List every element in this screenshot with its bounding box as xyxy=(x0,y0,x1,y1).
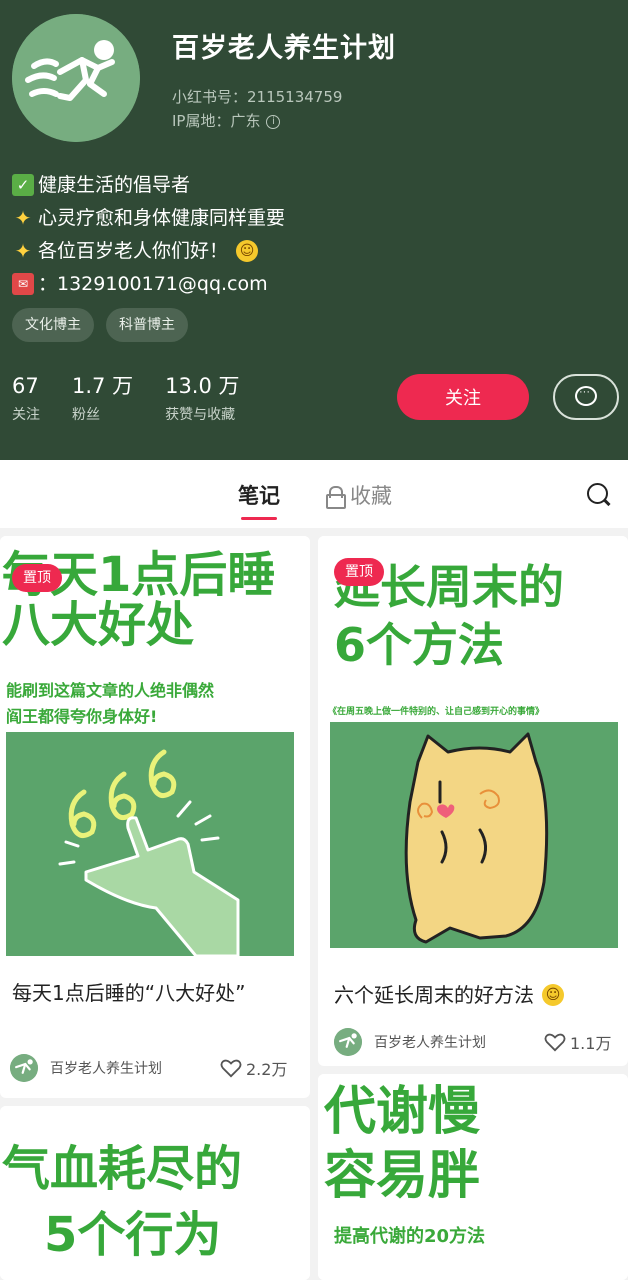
bio: ✓ 健康生活的倡导者 ✦ 心灵疗愈和身体健康同样重要 ✦ 各位百岁老人你们好！ … xyxy=(12,168,285,300)
notes-feed: 每天1点后睡 八大好处 能刷到这篇文章的人绝非偶然 阎王都得夸你身体好! 置顶 xyxy=(0,528,628,1280)
author-avatar xyxy=(10,1054,38,1082)
cover-title-line: 代谢慢 xyxy=(324,1082,481,1142)
cat-cartoon-icon xyxy=(404,732,549,944)
content-tabs: 笔记 收藏 xyxy=(0,460,628,528)
avatar[interactable] xyxy=(12,14,140,142)
note-cover: 每天1点后睡 八大好处 能刷到这篇文章的人绝非偶然 阎王都得夸你身体好! 置顶 xyxy=(0,536,310,956)
follow-button[interactable]: 关注 xyxy=(397,374,529,420)
note-cover: 气血耗尽的 5个行为 xyxy=(0,1106,310,1280)
author-name: 百岁老人养生计划 xyxy=(374,1035,486,1051)
pinned-badge: 置顶 xyxy=(12,564,62,592)
cover-subtitle: 能刷到这篇文章的人绝非偶然 xyxy=(6,681,215,700)
author-row[interactable]: 百岁老人养生计划 xyxy=(10,1054,162,1082)
stat-value: 1.7 万 xyxy=(72,374,134,398)
profile-page: 百岁老人养生计划 小红书号：2115134759 IP属地：广东 i ✓ 健康生活… xyxy=(0,0,628,1280)
hand-666-icon xyxy=(58,749,240,956)
bio-email: ：1329100171@qq.com xyxy=(38,272,268,295)
cover-title-line: 容易胖 xyxy=(324,1146,481,1206)
cover-title-line: 6个方法 xyxy=(334,618,505,672)
runner-logo-icon xyxy=(334,1028,362,1056)
note-cover: 延长周末的 6个方法 《在周五晚上做一件特别的、让自己感到开心的事情》 置顶 xyxy=(318,536,628,956)
bio-line: ✓ 健康生活的倡导者 xyxy=(12,168,285,201)
stats: 67 关注 1.7 万 粉丝 13.0 万 获赞与收藏 xyxy=(12,372,272,424)
cover-title-line: 气血耗尽的 xyxy=(2,1141,243,1197)
check-icon: ✓ xyxy=(12,173,34,196)
note-card[interactable]: 延长周末的 6个方法 《在周五晚上做一件特别的、让自己感到开心的事情》 置顶 六… xyxy=(318,536,628,1066)
cover-subtitle: 阎王都得夸你身体好! xyxy=(6,707,158,726)
profile-header: 百岁老人养生计划 小红书号：2115134759 IP属地：广东 i ✓ 健康生活… xyxy=(0,0,628,460)
cover-illustration xyxy=(6,732,294,956)
bio-text: 健康生活的倡导者 xyxy=(38,173,191,196)
author-name: 百岁老人养生计划 xyxy=(50,1061,162,1077)
heart-icon xyxy=(220,1059,242,1078)
tag-science-blogger[interactable]: 科普博主 xyxy=(106,308,188,342)
heart-icon xyxy=(544,1033,566,1052)
cover-title-line: 5个行为 xyxy=(44,1207,222,1263)
message-button[interactable] xyxy=(553,374,619,420)
bio-text: 心灵疗愈和身体健康同样重要 xyxy=(38,206,286,229)
note-title-row: 六个延长周末的好方法 ☺ xyxy=(334,978,624,1012)
stat-following[interactable]: 67 关注 xyxy=(12,372,40,424)
stat-followers[interactable]: 1.7 万 粉丝 xyxy=(72,372,133,424)
like-counter[interactable]: 1.1万 xyxy=(544,1030,611,1054)
mailbox-icon: ✉ xyxy=(12,272,34,295)
stat-value: 13.0 万 xyxy=(165,374,240,398)
stat-value: 67 xyxy=(12,374,39,398)
grin-icon: ☺ xyxy=(542,984,564,1006)
sparkle-icon: ✦ xyxy=(14,238,32,263)
author-row[interactable]: 百岁老人养生计划 xyxy=(334,1028,486,1056)
stat-label: 粉丝 xyxy=(72,407,100,423)
tab-notes[interactable]: 笔记 xyxy=(238,480,280,520)
like-count: 1.1万 xyxy=(570,1034,612,1053)
tag-list: 文化博主 科普博主 xyxy=(12,308,188,342)
cover-title-line: 八大好处 xyxy=(2,597,195,654)
tab-collections-label: 收藏 xyxy=(350,484,392,508)
stat-likes-collections[interactable]: 13.0 万 获赞与收藏 xyxy=(165,372,239,424)
bio-line: ✦ 心灵疗愈和身体健康同样重要 xyxy=(12,201,285,234)
tag-culture-blogger[interactable]: 文化博主 xyxy=(12,308,94,342)
profile-name: 百岁老人养生计划 xyxy=(172,33,396,64)
tab-collections[interactable]: 收藏 xyxy=(326,480,392,510)
note-card[interactable]: 每天1点后睡 八大好处 能刷到这篇文章的人绝非偶然 阎王都得夸你身体好! 置顶 xyxy=(0,536,310,1098)
note-title: 每天1点后睡的“八大好处” xyxy=(12,981,246,1005)
cover-illustration xyxy=(330,722,618,948)
smile-icon: ☺ xyxy=(236,239,259,262)
pinned-badge: 置顶 xyxy=(334,558,384,586)
stat-label: 获赞与收藏 xyxy=(165,407,236,423)
bio-line: ✉ ：1329100171@qq.com xyxy=(12,267,285,300)
cover-subtitle: 提高代谢的20方法 xyxy=(334,1226,486,1247)
note-card[interactable]: 气血耗尽的 5个行为 xyxy=(0,1106,310,1280)
account-id: 小红书号：2115134759 xyxy=(172,88,343,106)
like-count: 2.2万 xyxy=(246,1060,288,1079)
runner-logo-icon xyxy=(12,14,140,142)
ip-location: IP属地：广东 i xyxy=(172,110,281,131)
sparkle-icon: ✦ xyxy=(14,205,32,230)
note-cover: 代谢慢 容易胖 提高代谢的20方法 xyxy=(318,1074,628,1280)
cover-subtitle: 《在周五晚上做一件特别的、让自己感到开心的事情》 xyxy=(328,707,545,717)
author-avatar xyxy=(334,1028,362,1056)
ip-location-text: IP属地：广东 xyxy=(172,112,261,130)
search-icon[interactable] xyxy=(587,483,611,507)
bio-text: 各位百岁老人你们好！ xyxy=(38,239,229,262)
note-card[interactable]: 代谢慢 容易胖 提高代谢的20方法 xyxy=(318,1074,628,1280)
runner-logo-icon xyxy=(10,1054,38,1082)
bio-line: ✦ 各位百岁老人你们好！ ☺ xyxy=(12,234,285,267)
like-counter[interactable]: 2.2万 xyxy=(220,1056,287,1080)
stat-label: 关注 xyxy=(12,407,40,423)
lock-icon xyxy=(326,486,346,509)
note-title: 六个延长周末的好方法 xyxy=(334,983,534,1007)
chat-bubble-icon xyxy=(575,386,597,406)
info-icon[interactable]: i xyxy=(266,114,281,129)
